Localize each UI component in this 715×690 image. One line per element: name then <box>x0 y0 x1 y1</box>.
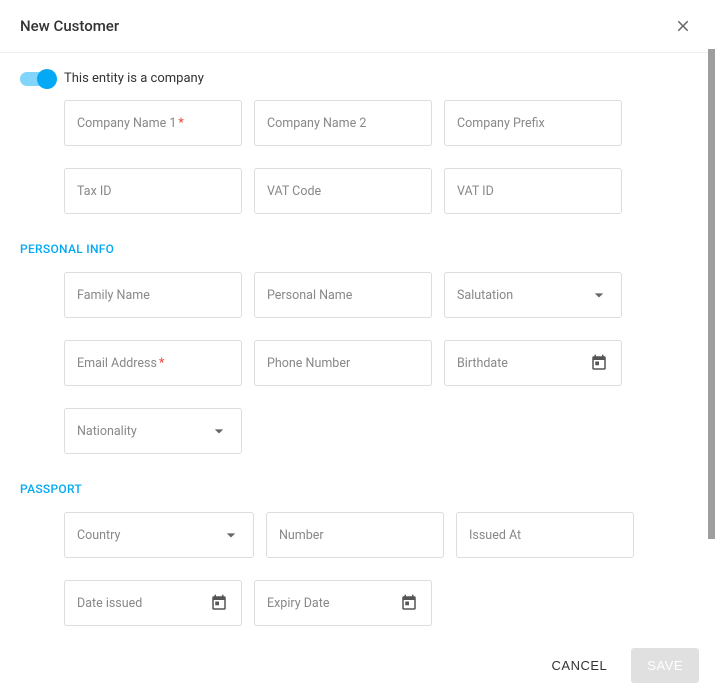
vat-id-field[interactable]: VAT ID <box>444 168 622 214</box>
company-toggle[interactable] <box>20 72 54 86</box>
calendar-icon <box>209 593 229 613</box>
passport-number-field[interactable]: Number <box>266 512 444 558</box>
personal-info-heading: PERSONAL INFO <box>20 242 695 256</box>
close-button[interactable] <box>671 14 695 38</box>
close-icon <box>674 17 692 35</box>
field-label: Company Prefix <box>457 116 609 131</box>
field-label: Tax ID <box>77 184 229 199</box>
chevron-down-icon <box>589 285 609 305</box>
save-button[interactable]: SAVE <box>631 648 699 683</box>
company-name-1-field[interactable]: Company Name 1* <box>64 100 242 146</box>
email-field[interactable]: Email Address* <box>64 340 242 386</box>
company-prefix-field[interactable]: Company Prefix <box>444 100 622 146</box>
salutation-select[interactable]: Salutation <box>444 272 622 318</box>
field-label: Birthdate <box>457 356 589 371</box>
vat-code-field[interactable]: VAT Code <box>254 168 432 214</box>
modal-footer: CANCEL SAVE <box>0 640 715 690</box>
scrollbar-thumb[interactable] <box>708 49 715 539</box>
field-label: Date issued <box>77 596 209 611</box>
field-label: Personal Name <box>267 288 419 303</box>
scrollbar-track <box>708 49 715 639</box>
family-name-field[interactable]: Family Name <box>64 272 242 318</box>
personal-name-field[interactable]: Personal Name <box>254 272 432 318</box>
cancel-button[interactable]: CANCEL <box>536 648 624 683</box>
company-fields: Company Name 1* Company Name 2 Company P… <box>64 100 695 214</box>
company-name-2-field[interactable]: Company Name 2 <box>254 100 432 146</box>
field-label: VAT ID <box>457 184 609 199</box>
chevron-down-icon <box>209 421 229 441</box>
field-label: Nationality <box>77 424 209 439</box>
modal-header: New Customer <box>0 0 715 53</box>
company-toggle-label: This entity is a company <box>64 71 204 86</box>
passport-heading: PASSPORT <box>20 482 695 496</box>
field-label: Company Name 1 <box>77 116 176 131</box>
expiry-date-field[interactable]: Expiry Date <box>254 580 432 626</box>
field-label: Salutation <box>457 288 589 303</box>
phone-field[interactable]: Phone Number <box>254 340 432 386</box>
field-label: Expiry Date <box>267 596 399 611</box>
form-scroll-area: This entity is a company Company Name 1*… <box>0 53 715 643</box>
field-label: Country <box>77 528 221 543</box>
nationality-select[interactable]: Nationality <box>64 408 242 454</box>
date-issued-field[interactable]: Date issued <box>64 580 242 626</box>
field-label: VAT Code <box>267 184 419 199</box>
calendar-icon <box>399 593 419 613</box>
field-label: Family Name <box>77 288 229 303</box>
required-mark: * <box>159 356 164 371</box>
field-label: Phone Number <box>267 356 419 371</box>
modal-title: New Customer <box>20 17 119 35</box>
field-label: Email Address <box>77 356 157 371</box>
field-label: Issued At <box>469 528 621 543</box>
company-toggle-row: This entity is a company <box>20 71 695 86</box>
required-mark: * <box>178 116 183 131</box>
calendar-icon <box>589 353 609 373</box>
field-label: Company Name 2 <box>267 116 419 131</box>
personal-fields: Family Name Personal Name Salutation Ema… <box>64 272 695 454</box>
chevron-down-icon <box>221 525 241 545</box>
issued-at-field[interactable]: Issued At <box>456 512 634 558</box>
passport-fields: Country Number Issued At Date issued <box>64 512 695 626</box>
passport-country-select[interactable]: Country <box>64 512 254 558</box>
field-label: Number <box>279 528 431 543</box>
tax-id-field[interactable]: Tax ID <box>64 168 242 214</box>
birthdate-field[interactable]: Birthdate <box>444 340 622 386</box>
